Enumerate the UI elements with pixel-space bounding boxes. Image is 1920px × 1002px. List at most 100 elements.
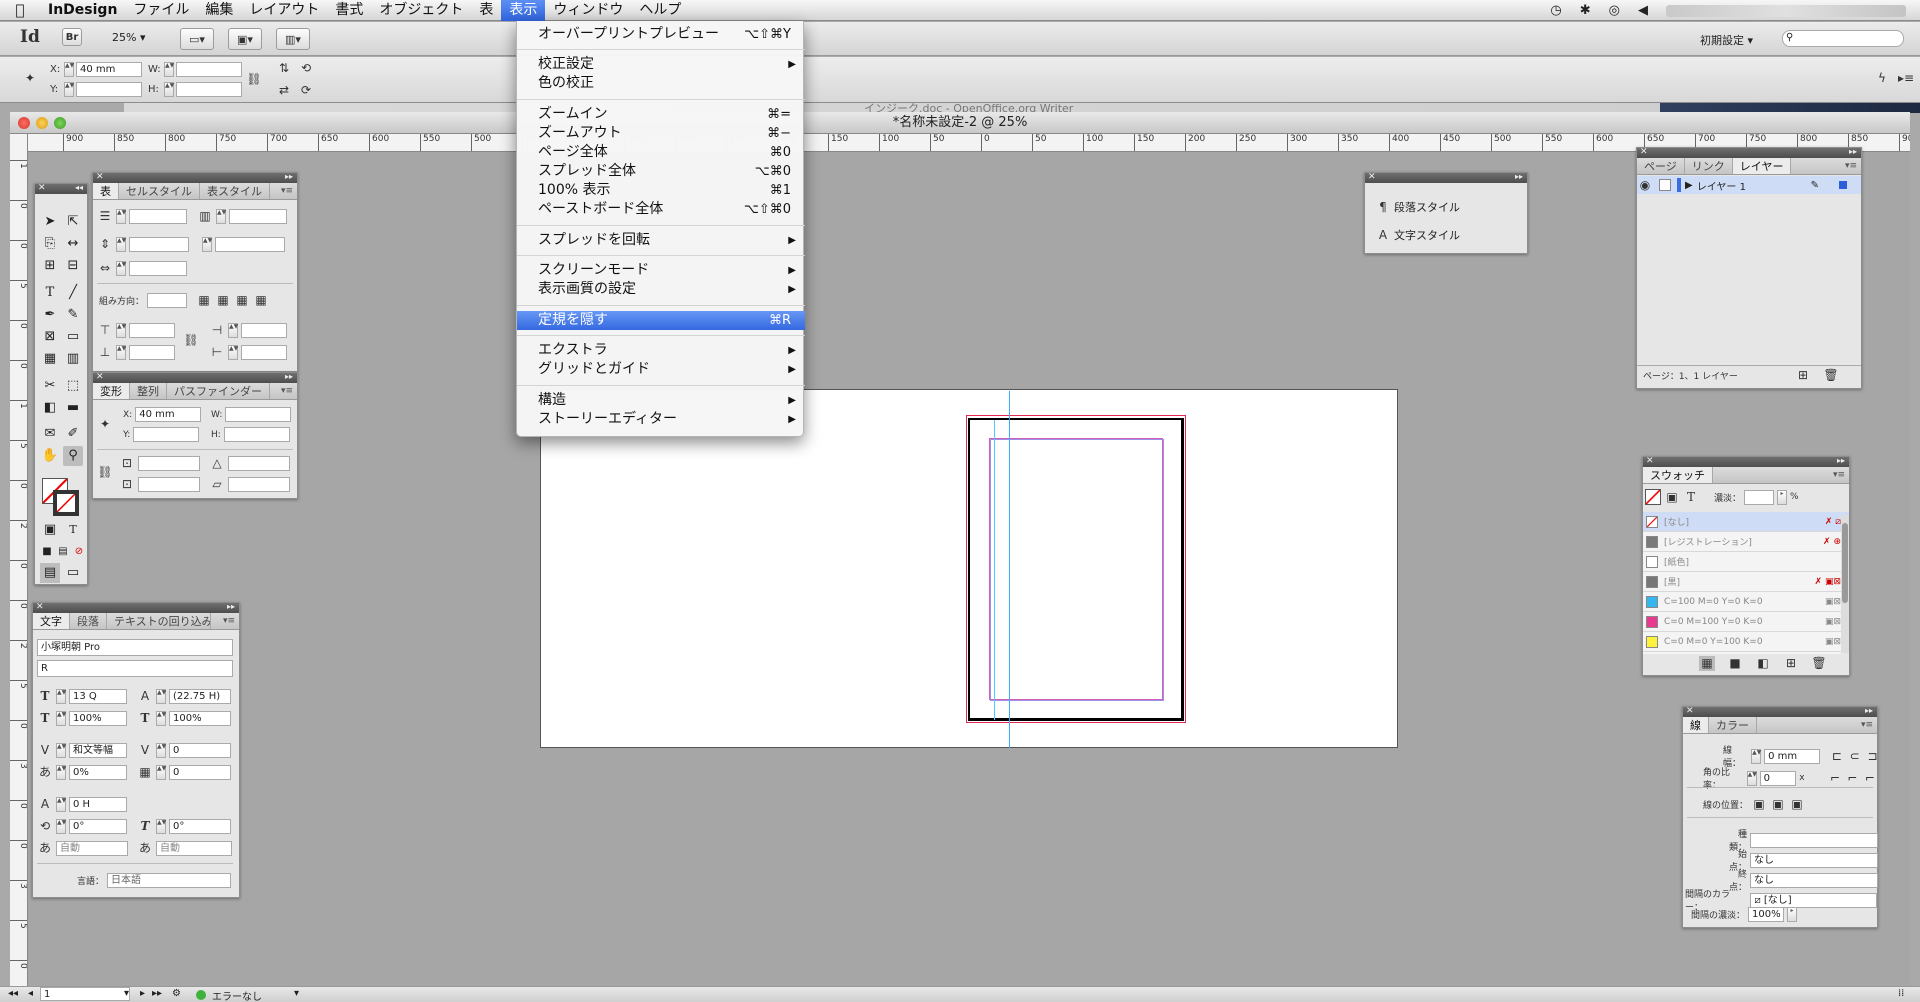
menu-item-display-performance[interactable]: 表示画質の設定 ▶ (517, 280, 805, 299)
swatch-row[interactable]: [レジストレーション] ✗ ⊕ (1643, 532, 1849, 552)
close-icon[interactable]: ✕ (1646, 456, 1654, 466)
tab-character[interactable]: 文字 (33, 613, 70, 629)
gradient-feather-tool-icon[interactable]: ▬ (63, 398, 83, 418)
scale-y-field[interactable] (138, 477, 200, 492)
tab-paragraph[interactable]: 段落 (70, 613, 107, 629)
skew-spinner[interactable]: ▲▼ (156, 819, 166, 834)
wifi-icon[interactable]: ◎ (1609, 3, 1620, 18)
end-select[interactable]: なし (1750, 872, 1878, 888)
columns-field[interactable] (229, 209, 287, 224)
stroke-weight-field[interactable]: 0 mm (1764, 748, 1821, 764)
content-placer-icon[interactable]: ⊟ (63, 256, 83, 276)
language-select[interactable]: 日本語 (107, 873, 232, 888)
menu-item-grids-guides[interactable]: グリッドとガイド ▶ (517, 360, 805, 379)
show-all-swatches-icon[interactable]: ▦ (1699, 656, 1715, 671)
transform-w-field[interactable] (225, 407, 292, 422)
inset-left-field[interactable] (241, 323, 287, 338)
disclosure-triangle-icon[interactable]: ▶ (1685, 180, 1693, 191)
tint-field[interactable] (1744, 489, 1775, 505)
workspace-switcher[interactable]: 初期設定 ▾ (1700, 32, 1753, 48)
zoom-window-icon[interactable] (54, 117, 66, 129)
miter-field[interactable]: 0 (1759, 770, 1797, 786)
h-spinner[interactable]: ▲▼ (164, 82, 174, 97)
grid-count-field[interactable]: 0 (169, 765, 231, 780)
aki-before-select[interactable]: 自動 (56, 841, 128, 856)
menu-item-fit-spread[interactable]: スプレッド全体 ⌥⌘0 (517, 162, 805, 181)
close-icon[interactable]: ✕ (96, 372, 104, 382)
align-center-icon[interactable]: ▦ (215, 293, 231, 308)
line-tool-icon[interactable]: ╱ (63, 283, 83, 303)
show-color-swatches-icon[interactable]: ■ (1727, 656, 1743, 671)
inset-bottom-spinner[interactable]: ▲▼ (116, 345, 126, 360)
panel-menu-icon[interactable]: ▾≡ (1861, 717, 1873, 734)
lock-toggle[interactable] (1659, 179, 1671, 191)
type-tool-icon[interactable]: T (40, 283, 60, 303)
transform-x-field[interactable]: 40 mm (135, 407, 202, 422)
inset-right-spinner[interactable]: ▲▼ (228, 345, 238, 360)
tab-table[interactable]: 表 (93, 183, 119, 199)
rotation-field[interactable] (228, 456, 290, 471)
preflight-icon[interactable]: ⚙ (172, 988, 181, 999)
font-size-spinner[interactable]: ▲▼ (56, 689, 66, 704)
eyedropper-tool-icon[interactable]: ✐ (63, 424, 83, 444)
leading-field[interactable]: (22.75 H) (169, 689, 231, 704)
last-page-icon[interactable]: ▸▸ (152, 988, 162, 999)
apply-none-icon[interactable]: ⊘ (69, 542, 89, 562)
close-window-icon[interactable] (18, 117, 30, 129)
tab-table-styles[interactable]: 表スタイル (200, 183, 270, 199)
horizontal-grid-tool-icon[interactable]: ▦ (40, 349, 60, 369)
close-icon[interactable]: ✕ (1368, 172, 1376, 182)
row-height-field[interactable] (215, 237, 285, 252)
rectangle-tool-icon[interactable]: ▭ (63, 327, 83, 347)
hand-tool-icon[interactable]: ✋ (40, 446, 60, 466)
scissors-tool-icon[interactable]: ✂ (40, 376, 60, 396)
first-page-icon[interactable]: ◂◂ (8, 988, 18, 999)
swatch-row[interactable]: [なし] ✗ ⧄ (1643, 512, 1849, 532)
join-miter-icon[interactable]: ⌐ (1828, 771, 1842, 786)
apple-menu-icon[interactable]:  (0, 0, 40, 21)
volume-icon[interactable]: ◀ (1638, 3, 1648, 18)
swatch-row[interactable]: C=0 M=0 Y=100 K=0 ▣⊠ (1643, 632, 1849, 652)
baseline-field[interactable]: 0 H (69, 797, 127, 812)
chevron-down-icon[interactable]: ▾ (294, 988, 299, 999)
direct-selection-tool-icon[interactable]: ⇱ (63, 212, 83, 232)
preview-mode-icon[interactable]: ▭ (63, 563, 83, 583)
shear-icon[interactable]: ⟳ (298, 83, 314, 98)
layer-name[interactable]: レイヤー 1 (1697, 178, 1746, 193)
app-menu[interactable]: InDesign (40, 0, 125, 21)
tracking-field[interactable]: 0 (169, 743, 231, 758)
row-height-spinner[interactable]: ▲▼ (116, 237, 126, 252)
collapse-icon[interactable]: ▸▸ (1837, 456, 1845, 466)
justify-vertical-icon[interactable]: ▦ (253, 293, 269, 308)
rows-spinner[interactable]: ▲▼ (116, 209, 126, 224)
panel-menu-icon[interactable]: ▾≡ (281, 383, 293, 400)
expand-icon[interactable]: ▸▸ (1515, 172, 1523, 182)
previous-page-icon[interactable]: ◂ (28, 988, 33, 999)
minimize-window-icon[interactable] (36, 117, 48, 129)
screen-mode-button[interactable]: ▣▾ (228, 28, 262, 50)
panel-menu-icon[interactable]: ▾≡ (223, 613, 235, 630)
menu-table[interactable]: 表 (471, 0, 501, 21)
tab-links[interactable]: リンク (1685, 158, 1733, 174)
vertical-scale-spinner[interactable]: ▲▼ (56, 711, 66, 726)
character-styles-button[interactable]: 文字スタイル (1394, 227, 1460, 243)
gap-tint-field[interactable]: 100% (1748, 907, 1785, 922)
align-inside-icon[interactable]: ▣ (1770, 797, 1786, 812)
tint-arrow-icon[interactable]: ▸ (1777, 489, 1788, 505)
font-family-select[interactable]: 小塚明朝 Pro (37, 639, 233, 656)
menu-item-fit-page[interactable]: ページ全体 ⌘0 (517, 143, 805, 162)
join-bevel-icon[interactable]: ⌐ (1863, 771, 1877, 786)
font-size-field[interactable]: 13 Q (69, 689, 127, 704)
collapse-icon[interactable]: ▸▸ (285, 172, 293, 182)
menu-edit[interactable]: 編集 (197, 0, 241, 21)
gap-tint-arrow-icon[interactable]: ▸ (1787, 907, 1798, 922)
menu-item-zoom-out[interactable]: ズームアウト ⌘− (517, 124, 805, 143)
menu-item-proof-colors[interactable]: 色の校正 (517, 74, 805, 93)
panel-menu-icon[interactable]: ▾≡ (1833, 467, 1845, 484)
gap-tool-icon[interactable]: ↔ (63, 234, 83, 254)
selection-square-icon[interactable] (1839, 181, 1847, 189)
kerning-field[interactable]: 和文等幅 (69, 743, 127, 758)
font-style-select[interactable]: R (37, 660, 233, 677)
shear-field[interactable] (228, 477, 290, 492)
tab-cell-styles[interactable]: セルスタイル (119, 183, 200, 199)
